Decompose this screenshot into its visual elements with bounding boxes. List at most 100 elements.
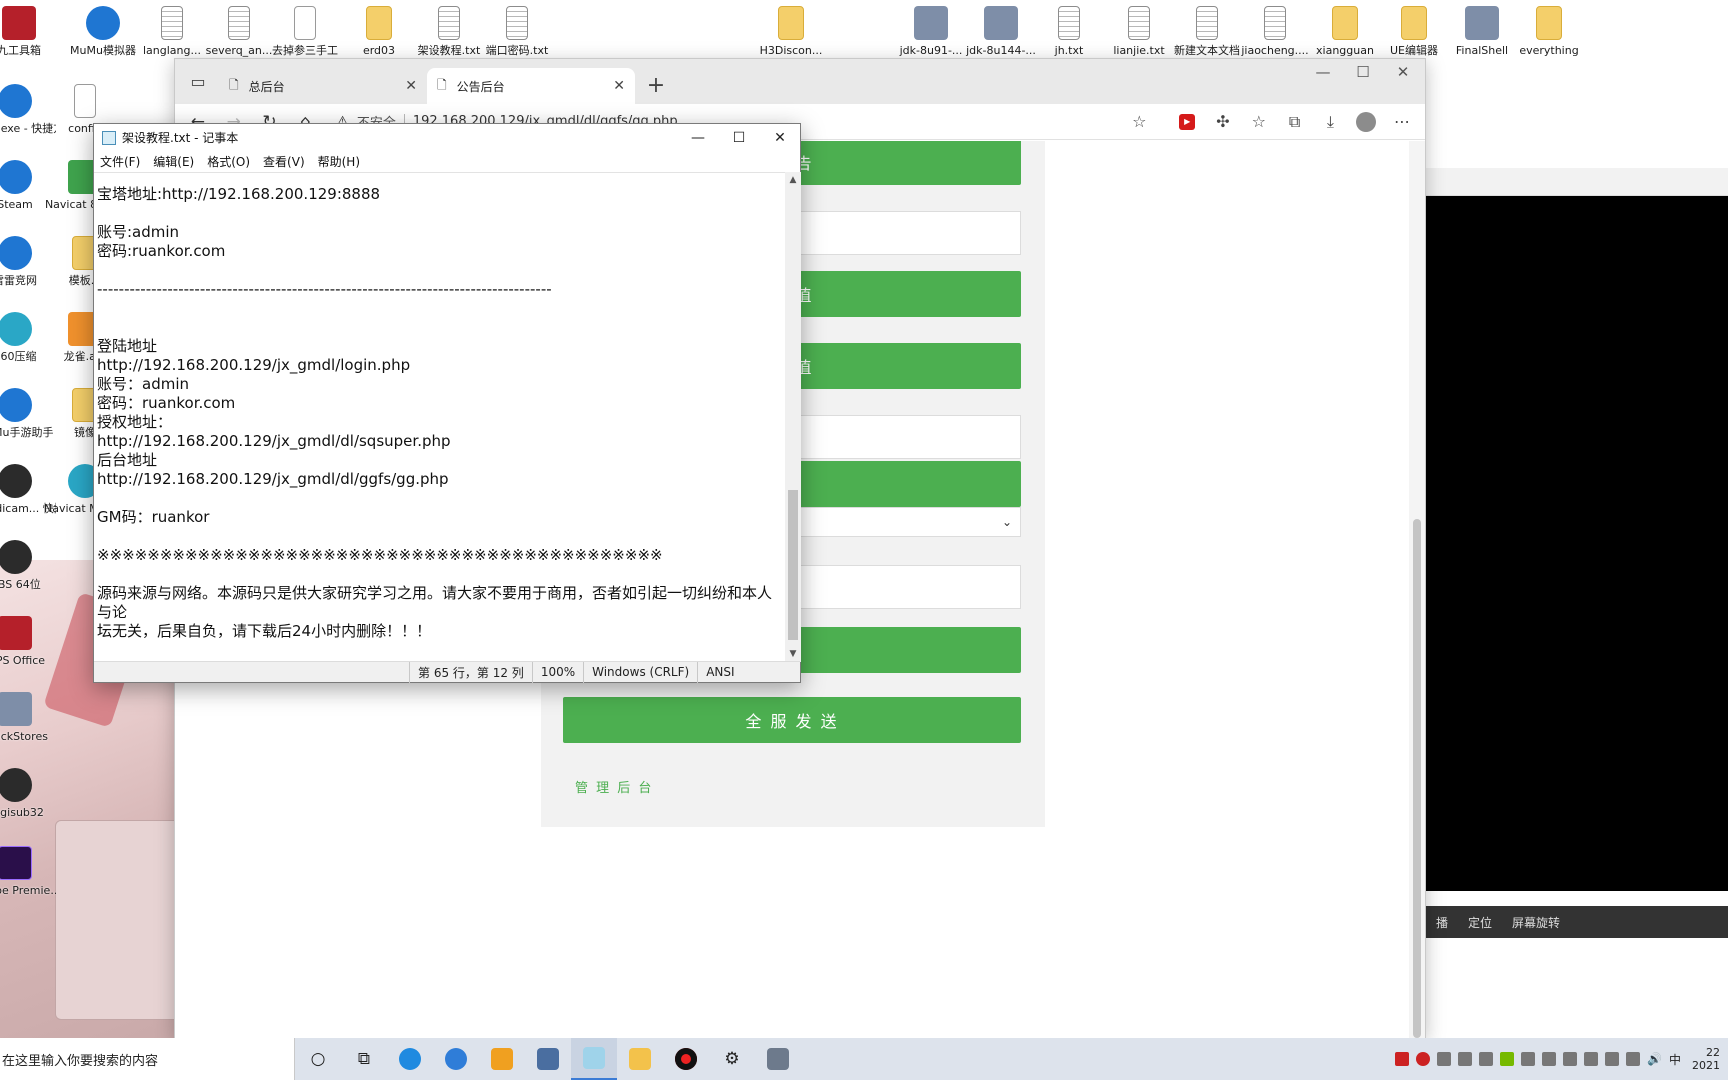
app-window-icon[interactable] bbox=[755, 1038, 801, 1080]
close-window-icon[interactable]: ✕ bbox=[759, 124, 801, 151]
notepad-text-area[interactable]: 宝塔地址:http://192.168.200.129:8888 账号:admin… bbox=[94, 172, 785, 662]
edge-icon[interactable] bbox=[387, 1038, 433, 1080]
record-icon[interactable] bbox=[663, 1038, 709, 1080]
blue-file-icon bbox=[86, 6, 120, 40]
menu-help[interactable]: 帮助(H) bbox=[318, 153, 360, 170]
tray-icon[interactable] bbox=[1500, 1052, 1515, 1066]
tray-icon[interactable] bbox=[1437, 1052, 1452, 1066]
tab-title: 总后台 bbox=[248, 79, 285, 94]
remote-desktop-icon[interactable] bbox=[525, 1038, 571, 1080]
desktop-icon[interactable]: OBS 64位 bbox=[0, 540, 56, 591]
cortana-icon[interactable]: ○ bbox=[295, 1038, 341, 1080]
search-input[interactable]: 在这里输入你要搜索的内容 bbox=[0, 1038, 295, 1080]
extensions-icon[interactable]: ✣ bbox=[1208, 107, 1238, 137]
txt-file-icon bbox=[161, 6, 183, 40]
desktop-icon[interactable]: WPS Office bbox=[0, 616, 56, 667]
text-line bbox=[97, 489, 785, 508]
settings-icon[interactable]: ⚙ bbox=[709, 1038, 755, 1080]
notepad-task-icon[interactable] bbox=[571, 1038, 617, 1080]
tray-icon[interactable] bbox=[1563, 1052, 1578, 1066]
maximize-icon[interactable]: ☐ bbox=[718, 124, 760, 151]
text-line bbox=[97, 318, 785, 337]
gray-file-icon bbox=[984, 6, 1018, 40]
tab-actions-icon[interactable]: ▭ bbox=[181, 64, 215, 98]
desktop-icon[interactable]: Adobe Premie... bbox=[0, 846, 56, 897]
close-icon[interactable]: ✕ bbox=[613, 78, 625, 94]
clock[interactable]: 22 2021 bbox=[1692, 1046, 1720, 1072]
text-line: 授权地址： bbox=[97, 413, 173, 431]
collections-icon[interactable]: ⧉ bbox=[1280, 107, 1310, 137]
text-line bbox=[97, 261, 785, 280]
text-line: 源码来源与网络。本源码只是供大家研究学习之用。请大家不要用于商用，否者如引起一切… bbox=[97, 584, 773, 621]
favorites-icon[interactable]: ☆ bbox=[1244, 107, 1274, 137]
tray-icon[interactable] bbox=[1542, 1052, 1557, 1066]
scroll-down-icon[interactable]: ▼ bbox=[785, 646, 801, 662]
desktop-icon[interactable]: QuickStores bbox=[0, 692, 56, 743]
desktop-icon[interactable]: Aegisub32 bbox=[0, 768, 56, 819]
tray-icon[interactable] bbox=[1395, 1052, 1410, 1066]
txt-file-icon bbox=[1196, 6, 1218, 40]
network-icon[interactable] bbox=[1626, 1052, 1641, 1066]
tray-icon[interactable] bbox=[1479, 1052, 1494, 1066]
desktop-icon[interactable]: 去掉参三手工 bbox=[264, 6, 346, 57]
notepad-statusbar: 第 65 行，第 12 列 100% Windows (CRLF) ANSI bbox=[94, 661, 800, 683]
purple-app-icon bbox=[0, 846, 32, 880]
menu-edit[interactable]: 编辑(E) bbox=[153, 153, 194, 170]
notepad-scrollbar[interactable]: ▲ ▼ bbox=[785, 172, 801, 662]
clock-date: 2021 bbox=[1692, 1059, 1720, 1072]
notepad-icon bbox=[102, 130, 116, 145]
right-panel-label[interactable]: 屏幕旋转 bbox=[1512, 914, 1560, 931]
right-panel-label[interactable]: 播 bbox=[1436, 914, 1448, 931]
tab-total-admin[interactable]: 🗋 总后台 ✕ bbox=[219, 68, 427, 104]
input-method[interactable]: 中 bbox=[1669, 1051, 1681, 1068]
task-view-icon[interactable]: ⧉ bbox=[341, 1038, 387, 1080]
dark-app-icon bbox=[0, 464, 32, 498]
mumu-icon[interactable] bbox=[433, 1038, 479, 1080]
text-line: http://192.168.200.129/jx_gmdl/login.php bbox=[97, 356, 411, 374]
desktop-icon-label: QuickStores bbox=[0, 730, 48, 743]
close-icon[interactable]: ✕ bbox=[405, 78, 417, 94]
app-icon[interactable] bbox=[479, 1038, 525, 1080]
more-icon[interactable]: ⋯ bbox=[1387, 107, 1417, 137]
desktop-icon[interactable]: 端口密码.txt bbox=[476, 6, 558, 57]
tray-icon[interactable] bbox=[1416, 1052, 1431, 1066]
right-panel-label[interactable]: 定位 bbox=[1468, 914, 1492, 931]
add-favorite-icon[interactable]: ☆ bbox=[1122, 107, 1156, 137]
scrollbar-thumb[interactable] bbox=[1413, 519, 1421, 1038]
text-line bbox=[97, 299, 785, 318]
txt-file-icon bbox=[1128, 6, 1150, 40]
tab-announcement-admin[interactable]: 🗋 公告后台 ✕ bbox=[427, 68, 635, 104]
tray-icon[interactable] bbox=[1521, 1052, 1536, 1066]
broadcast-all-button[interactable]: 全 服 发 送 bbox=[563, 697, 1021, 743]
tray-icon[interactable] bbox=[1584, 1052, 1599, 1066]
gray-file-icon bbox=[914, 6, 948, 40]
desktop-icon-label: H3Discon... bbox=[759, 44, 823, 57]
desktop-icon[interactable]: everything bbox=[1508, 6, 1590, 57]
download-icon[interactable]: ⤓ bbox=[1316, 107, 1346, 137]
extension-youtube-icon[interactable]: ▶ bbox=[1172, 107, 1202, 137]
volume-icon[interactable]: 🔊 bbox=[1647, 1052, 1662, 1066]
text-line: 登陆地址 bbox=[97, 337, 158, 355]
zoom-level: 100% bbox=[531, 661, 583, 683]
page-scrollbar[interactable] bbox=[1409, 141, 1425, 1038]
text-line bbox=[97, 527, 785, 546]
menu-view[interactable]: 查看(V) bbox=[263, 153, 305, 170]
file-explorer-icon[interactable] bbox=[617, 1038, 663, 1080]
minimize-icon[interactable]: — bbox=[677, 124, 719, 151]
desktop-icon[interactable]: H3Discon... bbox=[750, 6, 832, 57]
desktop-icon[interactable]: 九工具箱 bbox=[0, 6, 60, 57]
close-window-icon[interactable]: ✕ bbox=[1383, 63, 1423, 81]
profile-avatar[interactable] bbox=[1351, 107, 1381, 137]
minimize-icon[interactable]: — bbox=[1303, 63, 1343, 81]
tray-icon[interactable] bbox=[1458, 1052, 1473, 1066]
menu-format[interactable]: 格式(O) bbox=[207, 153, 250, 170]
browser-tab-strip: ▭ 🗋 总后台 ✕ 🗋 公告后台 ✕ + — ☐ ✕ bbox=[175, 59, 1425, 104]
desktop-icon-label: everything bbox=[1519, 44, 1579, 57]
admin-link[interactable]: 管 理 后 台 bbox=[575, 777, 653, 796]
tray-icon[interactable] bbox=[1605, 1052, 1620, 1066]
scroll-up-icon[interactable]: ▲ bbox=[785, 172, 801, 188]
maximize-icon[interactable]: ☐ bbox=[1343, 63, 1383, 81]
menu-file[interactable]: 文件(F) bbox=[100, 153, 140, 170]
new-tab-icon[interactable]: + bbox=[641, 70, 671, 100]
scrollbar-thumb[interactable] bbox=[788, 490, 798, 640]
